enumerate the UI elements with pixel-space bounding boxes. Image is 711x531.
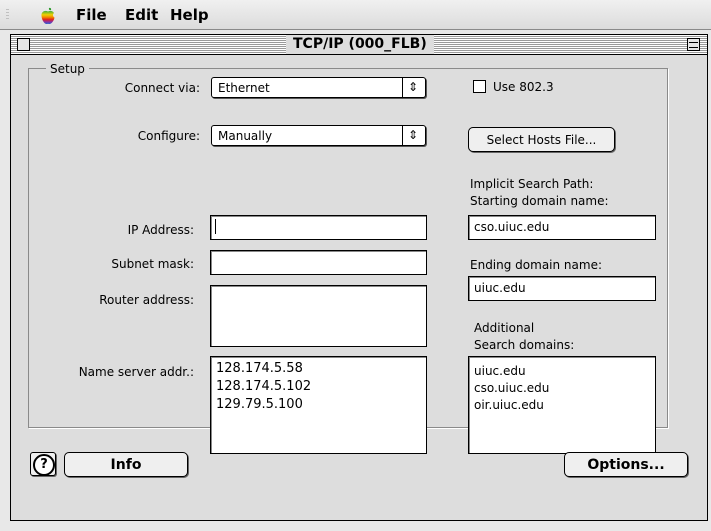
- name-server-item: 128.174.5.102: [216, 379, 312, 394]
- select-hosts-file-button[interactable]: Select Hosts File...: [468, 127, 615, 152]
- search-domain-item: cso.uiuc.edu: [474, 381, 550, 395]
- menubar-drag-handle: [6, 9, 9, 21]
- text-caret: [215, 219, 216, 234]
- ending-domain-field[interactable]: uiuc.edu: [468, 276, 656, 301]
- close-box[interactable]: [17, 38, 30, 51]
- router-address-field[interactable]: [210, 285, 427, 347]
- configure-label: Configure:: [137, 129, 200, 143]
- menu-edit[interactable]: Edit: [125, 5, 158, 25]
- menu-bar: File Edit Help: [0, 0, 711, 30]
- search-domains-field[interactable]: uiuc.edu cso.uiuc.edu oir.uiuc.edu: [468, 356, 656, 454]
- router-address-label: Router address:: [99, 293, 194, 307]
- window-title: TCP/IP (000_FLB): [286, 35, 434, 54]
- title-bar[interactable]: TCP/IP (000_FLB): [11, 35, 707, 55]
- name-server-label: Name server addr.:: [78, 365, 194, 379]
- help-button[interactable]: ?: [30, 452, 56, 476]
- menu-file[interactable]: File: [76, 5, 107, 25]
- apple-menu-icon[interactable]: [38, 6, 58, 26]
- configure-popup[interactable]: Manually ⇕: [211, 125, 426, 146]
- ending-domain-label: Ending domain name:: [470, 258, 603, 272]
- help-question-icon: ?: [33, 454, 55, 476]
- menu-help[interactable]: Help: [170, 5, 209, 25]
- subnet-mask-label: Subnet mask:: [111, 257, 194, 271]
- name-server-item: 129.79.5.100: [216, 397, 303, 412]
- ip-address-label: IP Address:: [127, 223, 194, 237]
- subnet-mask-field[interactable]: [210, 250, 427, 275]
- zoom-box[interactable]: [687, 38, 700, 51]
- search-domain-item: oir.uiuc.edu: [474, 398, 544, 412]
- setup-group-label: Setup: [46, 61, 89, 77]
- starting-domain-label: Starting domain name:: [470, 194, 609, 208]
- additional-label: Additional: [474, 321, 535, 335]
- starting-domain-field[interactable]: cso.uiuc.edu: [468, 215, 656, 240]
- name-server-item: 128.174.5.58: [216, 361, 303, 376]
- popup-arrow-icon: ⇕: [402, 126, 425, 145]
- info-button[interactable]: Info: [64, 452, 188, 477]
- search-domains-label: Search domains:: [474, 338, 575, 352]
- ip-address-field[interactable]: [210, 215, 427, 240]
- name-server-field[interactable]: 128.174.5.58 128.174.5.102 129.79.5.100: [210, 356, 427, 454]
- configure-value: Manually: [218, 129, 273, 143]
- search-domain-item: uiuc.edu: [474, 364, 526, 378]
- implicit-search-path-label: Implicit Search Path:: [470, 177, 594, 191]
- options-button[interactable]: Options...: [564, 452, 688, 477]
